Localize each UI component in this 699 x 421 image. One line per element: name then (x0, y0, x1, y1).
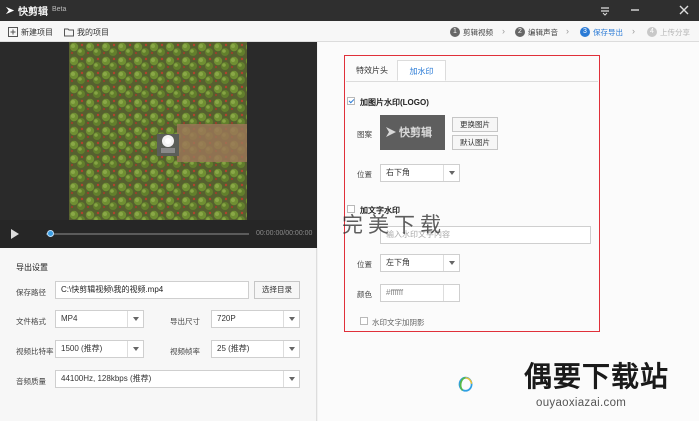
watermark-overlay-text: 完美下载 (342, 213, 446, 237)
bitrate-label: 视频比特率 (16, 347, 54, 356)
title-bar: 快剪辑 Beta (0, 0, 699, 21)
app-name: 快剪辑 (18, 7, 48, 18)
color-value: #ffffff (386, 288, 404, 297)
audio-quality-label: 音频质量 (16, 377, 46, 386)
chevron-down-icon (127, 341, 143, 357)
file-format-select[interactable]: MP4 (55, 310, 144, 328)
color-picker[interactable]: #ffffff (380, 284, 460, 302)
framerate-select[interactable]: 25 (推荐) (211, 340, 300, 358)
step-label: 保存导出 (593, 27, 623, 37)
brand-logo-icon (458, 376, 473, 392)
chevron-down-icon (283, 371, 299, 387)
chevron-down-icon (127, 311, 143, 327)
export-settings-title: 导出设置 (16, 263, 48, 272)
play-icon[interactable] (10, 228, 20, 240)
step-number: 1 (450, 27, 460, 37)
tab-add-watermark[interactable]: 加水印 (397, 60, 446, 81)
new-project-label: 新建项目 (21, 27, 53, 37)
text-position-label: 位置 (357, 260, 372, 269)
game-scene-image (69, 42, 247, 220)
image-position-label: 位置 (357, 170, 372, 179)
text-position-select[interactable]: 左下角 (380, 254, 460, 272)
my-projects-button[interactable]: 我的项目 (64, 26, 109, 38)
audio-quality-value: 44100Hz, 128kbps (推荐) (61, 374, 152, 383)
beta-badge: Beta (52, 6, 67, 13)
my-projects-label: 我的项目 (77, 27, 109, 37)
export-size-label: 导出尺寸 (170, 317, 200, 326)
step-label: 编辑声音 (528, 27, 558, 37)
image-position-value: 右下角 (386, 168, 410, 177)
export-size-value: 720P (217, 314, 236, 323)
chevron-down-icon (443, 255, 459, 271)
export-size-select[interactable]: 720P (211, 310, 300, 328)
video-preview (0, 42, 317, 220)
step-label: 剪辑视频 (463, 27, 493, 37)
tab-effects-intro[interactable]: 特效片头 (348, 60, 396, 81)
brand-name: 偶要下载站 (524, 361, 670, 392)
progress-thumb[interactable] (47, 230, 54, 237)
audio-quality-select[interactable]: 44100Hz, 128kbps (推荐) (55, 370, 300, 388)
text-position-value: 左下角 (386, 258, 410, 267)
export-settings-panel: 导出设置 保存路径 C:\快剪辑视频\我的视频.mp4 选择目录 文件格式 MP… (0, 248, 317, 421)
toolbar: 新建项目 我的项目 1 剪辑视频 › 2 编辑声音 › 3 保存导出 › 4 上… (0, 21, 699, 42)
chevron-right-icon: › (566, 26, 569, 36)
color-label: 颜色 (357, 290, 372, 299)
new-project-icon (8, 27, 18, 37)
replace-image-button[interactable]: 更换图片 (452, 117, 498, 132)
folder-icon (64, 28, 74, 37)
logo-preview: 快剪辑 (380, 115, 445, 150)
step-edit-video[interactable]: 1 剪辑视频 (450, 26, 493, 38)
player-controls: 00:00:00/00:00:00 (0, 220, 317, 248)
step-label: 上传分享 (660, 27, 690, 37)
step-save-export[interactable]: 3 保存导出 (580, 26, 623, 38)
choose-directory-button[interactable]: 选择目录 (254, 281, 300, 299)
brand-url: ouyaoxiazai.com (536, 397, 627, 409)
logo-preview-text: 快剪辑 (399, 127, 432, 139)
menu-icon[interactable] (598, 3, 612, 17)
tab-divider (346, 81, 598, 82)
framerate-value: 25 (推荐) (217, 344, 250, 353)
new-project-button[interactable]: 新建项目 (8, 26, 53, 38)
save-path-input[interactable]: C:\快剪辑视频\我的视频.mp4 (55, 281, 249, 299)
text-shadow-label: 水印文字加阴影 (372, 318, 425, 327)
image-position-select[interactable]: 右下角 (380, 164, 460, 182)
app-logo-icon (5, 6, 15, 15)
step-number: 3 (580, 27, 590, 37)
step-number: 4 (647, 27, 657, 37)
minimize-icon[interactable] (628, 3, 642, 17)
time-display: 00:00:00/00:00:00 (256, 230, 313, 237)
file-format-label: 文件格式 (16, 317, 46, 326)
chevron-down-icon (283, 311, 299, 327)
file-format-value: MP4 (61, 314, 78, 323)
image-watermark-checkbox[interactable] (347, 97, 355, 105)
progress-track[interactable] (46, 233, 249, 235)
image-watermark-label: 加图片水印(LOGO) (360, 98, 429, 107)
save-path-label: 保存路径 (16, 288, 46, 297)
step-number: 2 (515, 27, 525, 37)
video-frame (69, 42, 247, 220)
text-shadow-checkbox[interactable] (360, 317, 368, 325)
step-upload-share: 4 上传分享 (647, 26, 690, 38)
bitrate-value: 1500 (推荐) (61, 344, 103, 353)
framerate-label: 视频帧率 (170, 347, 200, 356)
color-swatch (443, 285, 459, 301)
default-image-button[interactable]: 默认图片 (452, 135, 498, 150)
logo-mark-icon (386, 127, 396, 137)
chevron-right-icon: › (502, 26, 505, 36)
close-icon[interactable] (677, 3, 691, 17)
chevron-down-icon (283, 341, 299, 357)
pattern-label: 图案 (357, 130, 372, 139)
step-edit-audio[interactable]: 2 编辑声音 (515, 26, 558, 38)
chevron-down-icon (443, 165, 459, 181)
chevron-right-icon: › (632, 26, 635, 36)
bitrate-select[interactable]: 1500 (推荐) (55, 340, 144, 358)
